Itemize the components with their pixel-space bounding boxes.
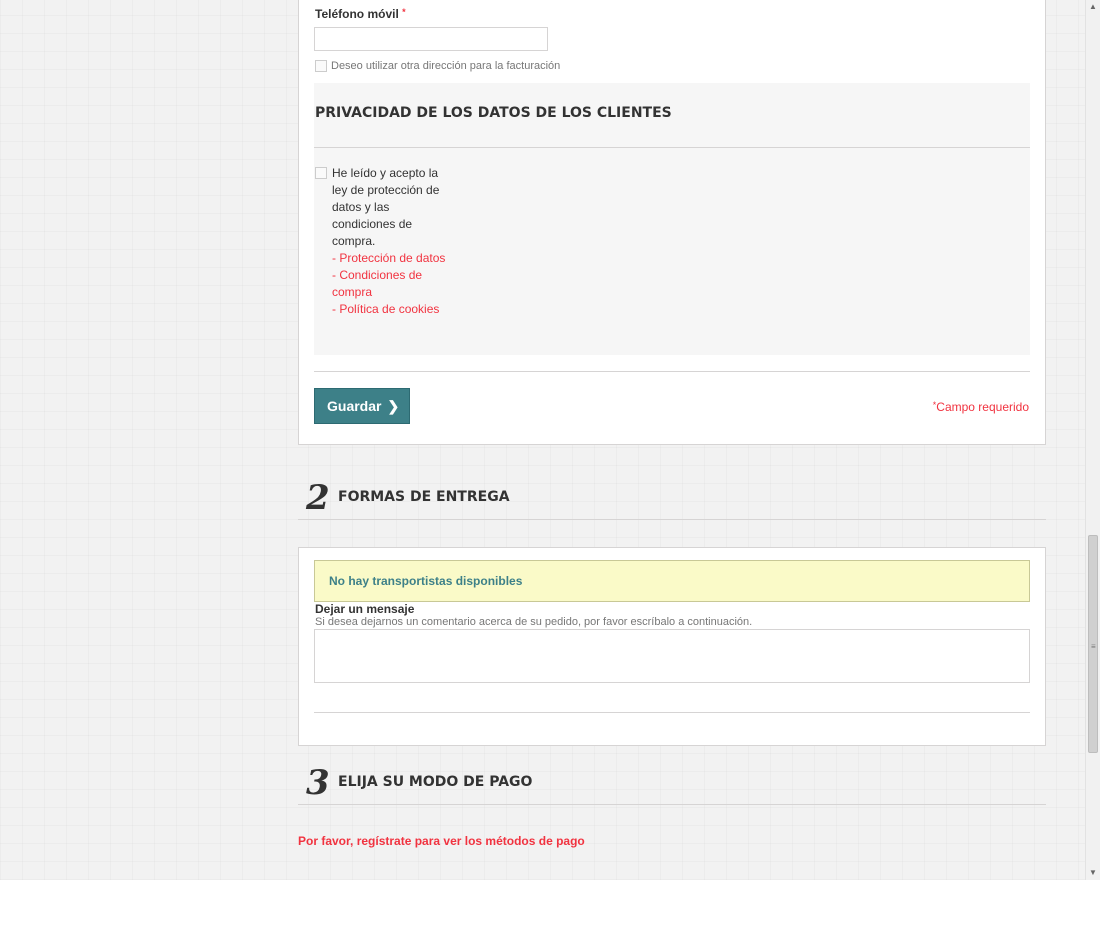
save-button-label: Guardar [327,398,382,414]
no-carriers-alert: No hay transportistas disponibles [314,560,1030,602]
link-purchase-conditions[interactable]: - Condiciones de compra [332,267,452,301]
required-field-text: Campo requerido [936,400,1029,414]
step-2-title: FORMAS DE ENTREGA [338,489,510,505]
link-cookie-policy[interactable]: - Política de cookies [332,301,452,318]
scroll-down-icon[interactable]: ▼ [1086,866,1100,880]
delivery-panel: No hay transportistas disponibles Dejar … [298,547,1046,746]
chevron-right-icon: ❯ [387,398,400,414]
vertical-scrollbar[interactable]: ▲ ≡ ▼ [1085,0,1100,880]
mobile-label: Teléfono móvil [315,7,399,21]
required-field-note: *Campo requerido [933,400,1029,414]
step-3-title: ELIJA SU MODO DE PAGO [338,774,533,790]
privacy-accept-text: He leído y acepto la ley de protección d… [332,165,452,318]
mobile-phone-input[interactable] [314,27,548,51]
billing-address-label: Deseo utilizar otra dirección para la fa… [331,60,561,72]
divider [314,712,1030,713]
step-3-number: 3 [306,763,330,803]
step-2-number: 2 [306,478,330,518]
message-textarea[interactable] [314,629,1030,683]
address-panel: Teléfono móvil * Deseo utilizar otra dir… [298,0,1046,445]
scroll-up-icon[interactable]: ▲ [1086,0,1100,14]
grip-icon: ≡ [1091,642,1096,651]
divider [314,371,1030,372]
payment-login-warning: Por favor, regístrate para ver los métod… [298,834,585,848]
scroll-thumb[interactable]: ≡ [1088,535,1098,753]
message-label: Dejar un mensaje [315,602,415,616]
step-2-divider [298,519,1046,520]
page-viewport: Teléfono móvil * Deseo utilizar otra dir… [0,0,1085,880]
link-data-protection[interactable]: - Protección de datos [332,250,452,267]
required-star: * [402,7,406,17]
privacy-title: PRIVACIDAD DE LOS DATOS DE LOS CLIENTES [315,105,672,121]
billing-address-checkbox[interactable] [315,60,327,72]
save-button[interactable]: Guardar ❯ [314,388,410,424]
privacy-accept-label: He leído y acepto la ley de protección d… [332,166,440,248]
step-3-divider [298,804,1046,805]
divider [314,147,1030,148]
message-help: Si desea dejarnos un comentario acerca d… [315,616,753,628]
privacy-accept-checkbox[interactable] [315,167,327,179]
mobile-label-row: Teléfono móvil * [315,7,406,21]
